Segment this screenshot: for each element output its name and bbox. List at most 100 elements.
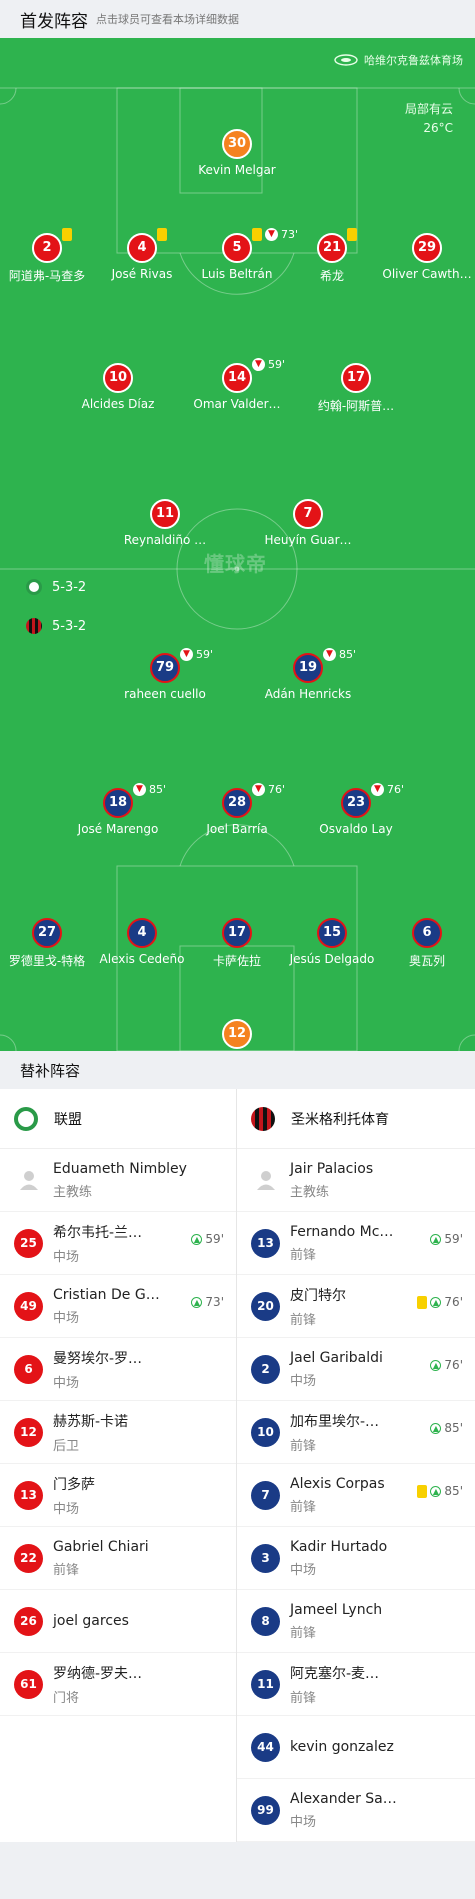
sub-row[interactable]: 8 Jameel Lynch 前锋: [237, 1590, 475, 1653]
coach-row[interactable]: Eduameth Nimbley 主教练: [0, 1149, 236, 1212]
sub-number: 26: [14, 1606, 43, 1636]
player-events: ▼ 59': [180, 648, 213, 661]
away-player[interactable]: 15 Jesús Delgado: [277, 918, 387, 966]
away-formation: 5-3-2: [26, 618, 86, 634]
away-player[interactable]: 28 ▼ 76' Joel Barría: [182, 783, 292, 836]
player-events: ▼ 85': [323, 648, 356, 661]
home-player-name: Reynaldiño …: [123, 533, 207, 547]
sub-row[interactable]: 61 罗纳德-罗夫… 门将: [0, 1653, 236, 1716]
sub-events: ▲ 59': [430, 1232, 463, 1246]
sub-minute: 59': [205, 1232, 224, 1246]
sub-name: 加布里埃尔-…: [290, 1413, 380, 1430]
sub-number: 22: [14, 1543, 43, 1573]
sub-events: ▲ 76': [417, 1295, 463, 1309]
sub-row[interactable]: 20 皮门特尔 前锋 ▲ 76': [237, 1275, 475, 1338]
coach-avatar-icon: [14, 1166, 43, 1195]
sub-number: 11: [251, 1669, 280, 1699]
sub-name: 赫苏斯-卡诺: [53, 1413, 129, 1430]
home-player-number: 10: [103, 363, 133, 393]
away-player[interactable]: 17 卡萨佐拉: [182, 918, 292, 969]
away-player[interactable]: 23 ▼ 76' Osvaldo Lay: [301, 783, 411, 836]
venue: 哈维尔克鲁兹体育场: [334, 52, 463, 68]
sub-row[interactable]: 13 门多萨 中场: [0, 1464, 236, 1527]
home-player[interactable]: 7 Heuyín Guar…: [253, 499, 363, 547]
sub-row[interactable]: 99 Alexander Sa… 中场: [237, 1779, 475, 1842]
sub-out-icon: ▼: [180, 648, 193, 661]
home-team-logo-icon: [14, 1106, 38, 1131]
away-player-number: 27: [32, 918, 62, 948]
away-player[interactable]: 12弗里亚斯: [182, 1019, 292, 1051]
sub-row[interactable]: 26 joel garces: [0, 1590, 236, 1653]
home-team-name: 联盟: [54, 1111, 82, 1128]
home-player[interactable]: 29 Oliver Cawth…: [372, 233, 475, 281]
away-player[interactable]: 6 奥瓦列: [372, 918, 475, 969]
home-player[interactable]: 4 José Rivas: [87, 228, 197, 281]
away-player[interactable]: 19 ▼ 85' Adán Henricks: [253, 648, 363, 701]
sub-row[interactable]: 25 希尔韦托-兰… 中场 ▲ 59': [0, 1212, 236, 1275]
home-player[interactable]: 21 希龙: [277, 228, 387, 284]
home-player[interactable]: 14 ▼ 59' Omar Valder…: [182, 358, 292, 411]
sub-in-icon: ▲: [430, 1296, 442, 1308]
sub-row[interactable]: 10 加布里埃尔-… 前锋 ▲ 85': [237, 1401, 475, 1464]
sub-text: Jameel Lynch 前锋: [290, 1602, 382, 1641]
home-player-name: 希龙: [319, 269, 344, 283]
away-player[interactable]: 79 ▼ 59' raheen cuello: [110, 648, 220, 701]
away-player[interactable]: 18 ▼ 85' José Marengo: [63, 783, 173, 836]
home-player[interactable]: 17 约翰-阿斯普…: [301, 363, 411, 414]
sub-number: 13: [251, 1228, 280, 1258]
sub-number: 13: [14, 1480, 43, 1510]
sub-text: kevin gonzalez: [290, 1739, 394, 1755]
sub-row[interactable]: 49 Cristian De G… 中场 ▲ 73': [0, 1275, 236, 1338]
event-minute: 59': [268, 358, 286, 371]
home-team-row[interactable]: 联盟: [0, 1089, 236, 1149]
sub-number: 10: [251, 1417, 280, 1447]
sub-number: 20: [251, 1291, 280, 1321]
home-player[interactable]: 5 ▼ 73' Luis Beltrán: [182, 228, 298, 281]
sub-position: 前锋: [290, 1438, 317, 1454]
sub-number: 61: [14, 1669, 43, 1699]
sub-row[interactable]: 3 Kadir Hurtado 中场: [237, 1527, 475, 1590]
sub-events: ▲ 59': [191, 1232, 224, 1246]
yellow-card-icon: [417, 1295, 428, 1309]
home-player[interactable]: 11 Reynaldiño …: [110, 499, 220, 547]
sub-in-icon: ▲: [191, 1233, 203, 1245]
sub-row[interactable]: 22 Gabriel Chiari 前锋: [0, 1527, 236, 1590]
away-player-number: 28: [222, 788, 252, 818]
sub-position: 主教练: [53, 1184, 93, 1200]
sub-minute: 59': [444, 1232, 463, 1246]
away-team-row[interactable]: 圣米格利托体育: [237, 1089, 475, 1149]
sub-row[interactable]: 7 Alexis Corpas 前锋 ▲ 85': [237, 1464, 475, 1527]
sub-name: 阿克塞尔-麦…: [290, 1665, 380, 1682]
coach-row[interactable]: Jair Palacios 主教练: [237, 1149, 475, 1212]
sub-row[interactable]: 13 Fernando Mc… 前锋 ▲ 59': [237, 1212, 475, 1275]
home-player[interactable]: 30 Kevin Melgar: [182, 129, 292, 177]
sub-row[interactable]: 12 赫苏斯-卡诺 后卫: [0, 1401, 236, 1464]
away-player-number: 18: [103, 788, 133, 818]
sub-name: kevin gonzalez: [290, 1739, 394, 1755]
sub-out-icon: ▼: [133, 783, 146, 796]
pitch: 哈维尔克鲁兹体育场 局部有云 26°C 5-3-2 5-3-2 懂球帝 30 Ke…: [0, 38, 475, 1051]
home-player-number: 14: [222, 363, 252, 393]
away-player[interactable]: 4 Alexis Cedeño: [87, 918, 197, 966]
sub-name: Eduameth Nimbley: [53, 1160, 187, 1177]
pitch-lines: [0, 87, 475, 1051]
sub-row[interactable]: 2 Jael Garibaldi 中场 ▲ 76': [237, 1338, 475, 1401]
sub-name: Alexander Sa…: [290, 1790, 397, 1807]
sub-row[interactable]: 6 曼努埃尔-罗… 中场: [0, 1338, 236, 1401]
away-player-number: 4: [127, 918, 157, 948]
sub-position: 中场: [290, 1562, 317, 1578]
home-player[interactable]: 10 Alcides Díaz: [63, 363, 173, 411]
sub-row[interactable]: 44 kevin gonzalez: [237, 1716, 475, 1779]
sub-number: 25: [14, 1228, 43, 1258]
home-player-number: 7: [293, 499, 323, 529]
sub-name: 曼努埃尔-罗…: [53, 1350, 143, 1367]
sub-row[interactable]: 11 阿克塞尔-麦… 前锋: [237, 1653, 475, 1716]
sub-number: 99: [251, 1795, 280, 1825]
sub-text: 门多萨 中场: [53, 1474, 95, 1517]
sub-number: 2: [251, 1354, 280, 1384]
home-player-name: Alcides Díaz: [81, 397, 155, 411]
home-player-name: José Rivas: [111, 267, 173, 281]
sub-position: 中场: [53, 1375, 80, 1391]
coach-avatar-icon: [251, 1166, 280, 1195]
sub-minute: 85': [444, 1421, 463, 1435]
